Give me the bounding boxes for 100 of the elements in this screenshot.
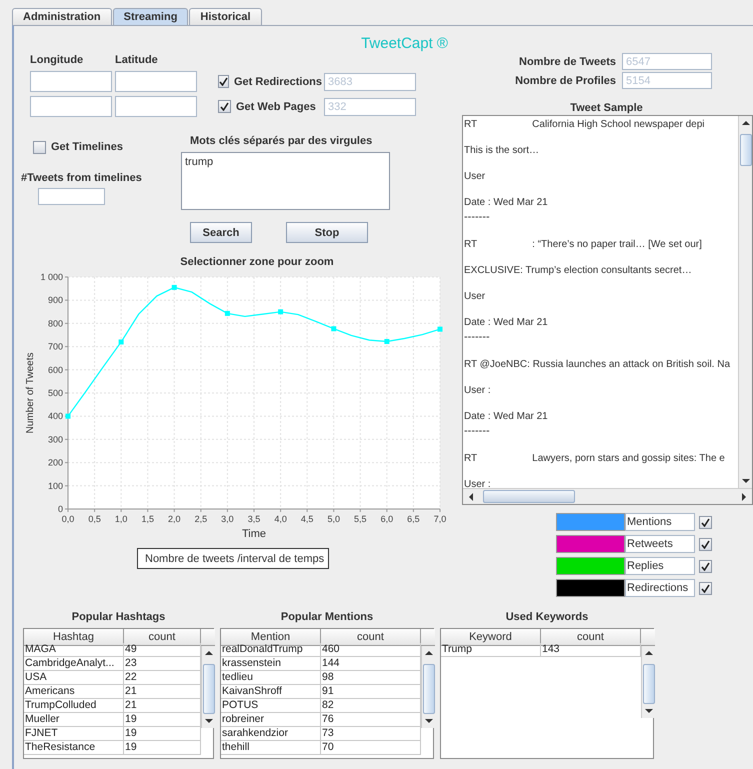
stat-field: 6547 [622, 53, 712, 70]
table-title: Used Keywords [506, 610, 588, 624]
table-cell: robreiner [221, 713, 321, 727]
scroll-down-icon[interactable] [204, 717, 214, 725]
table-cell: POTUS [221, 699, 321, 713]
x-tick-label: 5,5 [354, 514, 367, 524]
tweet-text: This is the sort… [464, 144, 540, 158]
chart-title: Selectionner zone pour zoom [179, 255, 335, 269]
keywords-label: Mots clés séparés par des virgules [189, 134, 374, 148]
y-tick-label: 600 [48, 364, 63, 375]
tweet-user: User : [464, 384, 491, 398]
y-tick-label: 1 000 [40, 272, 63, 282]
checkbox[interactable] [699, 516, 712, 528]
series-label: Mentions [625, 513, 695, 531]
header-corner [641, 629, 655, 646]
longitude-field[interactable] [30, 96, 112, 117]
checkbox[interactable] [218, 100, 231, 113]
vertical-scrollbar[interactable] [738, 116, 752, 488]
vertical-scrollbar[interactable] [641, 646, 655, 718]
checkbox[interactable] [699, 560, 712, 572]
scroll-right-icon[interactable] [740, 492, 748, 502]
column-header[interactable]: Hashtag [24, 629, 124, 646]
y-tick-label: 0 [58, 504, 63, 514]
scroll-up-icon[interactable] [424, 649, 434, 657]
scrollbar-thumb[interactable] [740, 134, 752, 166]
scroll-down-icon[interactable] [740, 477, 750, 485]
series-label: Retweets [625, 535, 695, 553]
tweet-user: User [464, 170, 486, 184]
checkbox[interactable] [218, 75, 229, 88]
table-title: Popular Mentions [280, 610, 374, 624]
scrollbar-thumb[interactable] [483, 490, 575, 503]
y-tick-label: 500 [48, 388, 63, 398]
tweet-text: RT @JoeNBC: Russia launches an attack on British soil. Na [464, 358, 730, 372]
y-tick-label: 700 [48, 342, 63, 352]
table-cell: 19 [124, 727, 201, 741]
x-tick-label: 0,0 [62, 514, 74, 524]
data-point [331, 326, 336, 332]
data-point [384, 339, 390, 344]
scrollbar-thumb[interactable] [642, 664, 654, 704]
x-tick-label: 1,0 [114, 514, 128, 524]
x-tick-label: 5,0 [327, 514, 340, 524]
series-label: Replies [625, 557, 695, 575]
count-field: 3683 [324, 72, 416, 90]
latitude-field[interactable] [115, 71, 197, 92]
y-tick-label: 800 [48, 318, 63, 328]
vertical-scrollbar[interactable] [201, 646, 215, 728]
table-cell: tedlieu [221, 671, 321, 685]
tweet-text: RT [464, 238, 478, 252]
tweet-text: EXCLUSIVE: Trump’s election consultants secret… [464, 264, 692, 278]
checkbox-label: Get Web Pages [236, 100, 316, 114]
keywords-field[interactable]: trump [181, 152, 390, 210]
x-tick-label: 2,0 [168, 514, 181, 524]
tweet-sample-area[interactable] [462, 115, 753, 505]
x-tick-label: 3,5 [248, 514, 260, 524]
latitude-field[interactable] [115, 96, 197, 117]
tweet-text: RT [464, 452, 478, 466]
checkbox-label: Get Redirections [234, 74, 322, 88]
x-tick-label: 7,0 [434, 514, 446, 524]
scroll-left-icon[interactable] [467, 492, 475, 502]
checkbox[interactable] [699, 582, 712, 594]
table-cell: FJNET [24, 727, 124, 741]
tweet-user: User [464, 290, 486, 304]
tab[interactable]: Historical [189, 8, 262, 25]
tweet-text: Lawyers, porn stars and gossip sites: The e [532, 452, 725, 466]
checkbox[interactable] [33, 140, 46, 154]
scroll-up-icon[interactable] [644, 649, 654, 657]
tab[interactable]: Administration [12, 8, 112, 25]
table-cell: 70 [321, 741, 421, 755]
table-cell: Americans [24, 685, 124, 699]
checkbox[interactable] [699, 538, 712, 550]
table-cell: CambridgeAnalyt... [24, 657, 124, 671]
table-cell: USA [24, 671, 124, 685]
series-label: Redirections [625, 579, 695, 597]
x-tick-label: 6,5 [407, 514, 420, 524]
stat-label: Nombre de Tweets [518, 54, 616, 68]
column-header[interactable]: count [541, 629, 641, 646]
tweet-text: : “There’s no paper trail… [We set our] [532, 238, 702, 252]
separator-text: ------- [464, 331, 490, 343]
scroll-down-icon[interactable] [644, 707, 654, 715]
column-header[interactable]: Keyword [441, 629, 541, 646]
scrollbar-thumb[interactable] [202, 664, 214, 714]
stop-button[interactable]: Stop [286, 222, 368, 243]
scrollbar-thumb[interactable] [422, 664, 434, 714]
column-header[interactable]: count [321, 629, 421, 646]
app-title: TweetCapt ® [361, 35, 448, 53]
input-field[interactable] [38, 188, 105, 205]
x-tick-label: 3,0 [221, 514, 234, 524]
scroll-up-icon[interactable] [204, 649, 214, 657]
table-cell: thehill [221, 741, 321, 755]
table-cell: Trump [441, 643, 541, 657]
y-tick-label: 200 [48, 458, 63, 468]
scroll-down-icon[interactable] [424, 717, 434, 725]
tweet-text: California High School newspaper depi [532, 118, 704, 132]
vertical-scrollbar[interactable] [421, 646, 435, 728]
longitude-field[interactable] [30, 71, 112, 92]
column-header[interactable]: count [124, 629, 201, 646]
horizontal-scrollbar[interactable] [463, 488, 752, 504]
search-button[interactable]: Search [190, 222, 252, 243]
tab[interactable]: Streaming [112, 8, 188, 25]
scroll-up-icon[interactable] [740, 119, 750, 127]
